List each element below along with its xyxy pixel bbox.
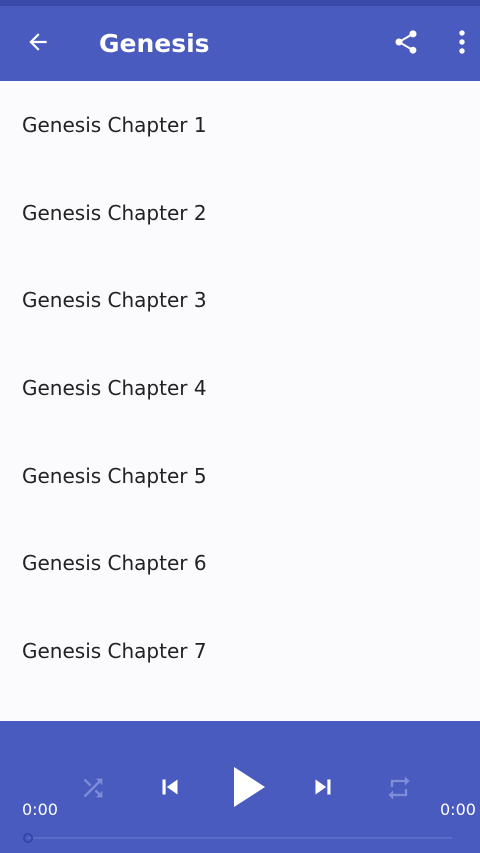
- chapter-list: Genesis Chapter 1 Genesis Chapter 2 Gene…: [0, 81, 480, 721]
- audio-player: 0:00 0:00: [0, 721, 480, 853]
- list-item[interactable]: Genesis Chapter 6: [0, 519, 480, 607]
- shuffle-button[interactable]: [76, 773, 110, 807]
- more-options-button[interactable]: [448, 26, 476, 62]
- seek-bar-track[interactable]: [28, 837, 452, 839]
- app-bar: Genesis: [0, 6, 480, 81]
- seek-bar-thumb[interactable]: [23, 833, 33, 843]
- duration-time: 0:00: [440, 800, 476, 819]
- repeat-icon: [385, 774, 413, 807]
- list-item[interactable]: Genesis Chapter 3: [0, 256, 480, 344]
- skip-next-icon: [308, 772, 338, 807]
- back-button[interactable]: [18, 28, 58, 60]
- repeat-button[interactable]: [382, 773, 416, 807]
- skip-previous-icon: [155, 772, 185, 807]
- next-button[interactable]: [305, 769, 341, 809]
- list-item[interactable]: Genesis Chapter 4: [0, 344, 480, 432]
- list-item[interactable]: Genesis Chapter 2: [0, 169, 480, 257]
- list-item[interactable]: Genesis Chapter 1: [0, 81, 480, 169]
- previous-button[interactable]: [152, 769, 188, 809]
- play-icon: [232, 766, 266, 813]
- arrow-left-icon: [25, 29, 51, 60]
- more-vertical-icon: [458, 29, 466, 60]
- share-button[interactable]: [388, 26, 424, 62]
- page-title: Genesis: [99, 29, 210, 58]
- shuffle-icon: [79, 774, 107, 807]
- play-button[interactable]: [226, 765, 272, 813]
- list-item[interactable]: Genesis Chapter 5: [0, 432, 480, 520]
- share-icon: [392, 28, 420, 61]
- list-item[interactable]: Genesis Chapter 7: [0, 607, 480, 695]
- elapsed-time: 0:00: [22, 800, 58, 819]
